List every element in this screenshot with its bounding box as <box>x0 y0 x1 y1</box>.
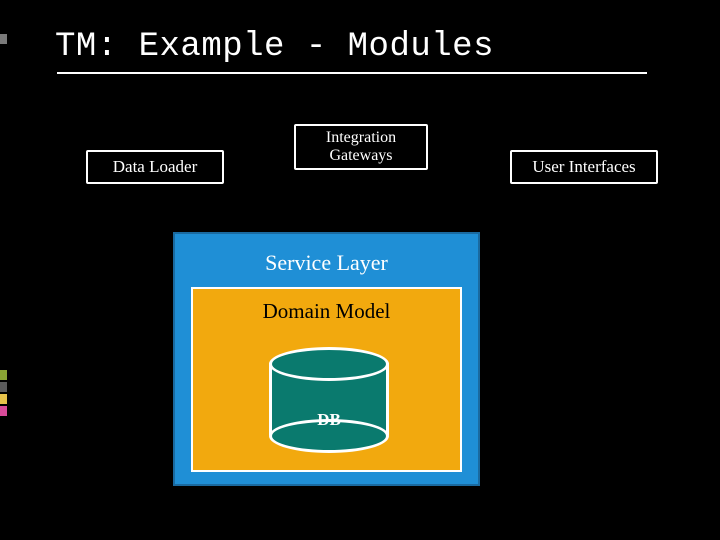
service-layer-label: Service Layer <box>265 250 388 276</box>
slide-title-text: TM: Example - Modules <box>55 28 494 66</box>
module-label: User Interfaces <box>532 157 635 177</box>
module-label: Integration Gateways <box>326 129 396 166</box>
slide-title: TM: Example - Modules <box>55 28 494 66</box>
domain-model-container: Domain Model DB <box>191 287 462 472</box>
slide-side-accent <box>0 0 10 540</box>
module-box-data-loader: Data Loader <box>86 150 224 184</box>
module-box-integration-gateways: Integration Gateways <box>294 124 428 170</box>
db-cylinder-icon: DB <box>269 347 389 453</box>
domain-model-label: Domain Model <box>263 299 391 324</box>
db-label: DB <box>317 410 341 430</box>
module-label: Data Loader <box>113 157 197 177</box>
service-layer-container: Service Layer Domain Model DB <box>173 232 480 486</box>
title-underline <box>57 72 647 74</box>
module-box-user-interfaces: User Interfaces <box>510 150 658 184</box>
